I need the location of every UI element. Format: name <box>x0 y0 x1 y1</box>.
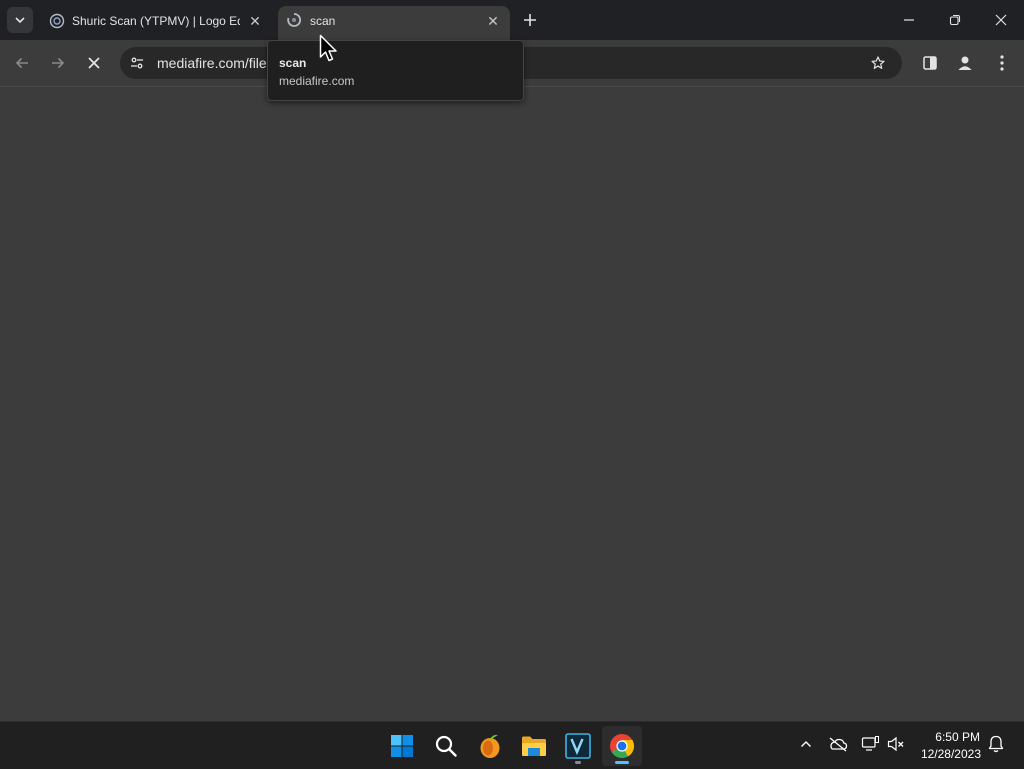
restore-button[interactable] <box>932 6 978 34</box>
arrow-left-icon <box>15 57 28 69</box>
search-icon <box>435 735 457 757</box>
volume-muted-icon <box>887 736 904 752</box>
minimize-button[interactable] <box>886 6 932 34</box>
more-vert-icon <box>1000 55 1004 71</box>
fl-studio-icon <box>480 734 500 758</box>
taskbar-app-fl-studio[interactable] <box>470 726 510 766</box>
close-window-button[interactable] <box>978 6 1024 34</box>
clock-date[interactable]: 12/28/2023 <box>921 747 981 761</box>
start-button[interactable] <box>382 726 422 766</box>
minimize-icon <box>904 19 914 21</box>
side-panel-button[interactable] <box>916 49 944 77</box>
stop-loading-button[interactable] <box>80 49 108 77</box>
taskbar-app-vegas-pro[interactable] <box>558 726 598 766</box>
side-panel-icon <box>923 56 937 70</box>
forward-button[interactable] <box>44 49 72 77</box>
page-content <box>0 87 1024 721</box>
chevron-up-icon <box>801 741 811 747</box>
cloud-off-icon <box>829 737 848 752</box>
site-info-icon <box>131 57 143 69</box>
loading-spinner-icon <box>287 13 302 27</box>
network-tray-icon[interactable] <box>858 732 882 756</box>
tab-shuric-scan[interactable]: Shuric Scan (YTPMV) | Logo Edi ✕ <box>40 6 272 40</box>
folder-icon <box>522 736 546 756</box>
chevron-down-icon <box>15 17 25 24</box>
bell-icon <box>988 735 1004 753</box>
close-icon <box>88 57 100 69</box>
back-button[interactable] <box>8 49 36 77</box>
hover-card-title: scan <box>279 56 307 70</box>
tab-search-button[interactable] <box>7 7 33 33</box>
taskbar-app-google-chrome[interactable] <box>602 726 642 766</box>
tab-close-button[interactable]: ✕ <box>485 13 501 29</box>
tab-close-button[interactable]: ✕ <box>247 13 263 29</box>
plus-icon <box>524 14 536 26</box>
tab-hover-card: scan mediafire.com <box>267 40 524 101</box>
clock-time[interactable]: 6:50 PM <box>935 730 980 744</box>
mouse-cursor-icon <box>319 34 337 62</box>
app-open-indicator <box>575 761 581 764</box>
tab-title: scan <box>310 14 336 28</box>
app-active-indicator <box>615 761 629 764</box>
hover-card-domain: mediafire.com <box>279 74 355 88</box>
tab-scan[interactable]: scan ✕ <box>278 6 510 40</box>
arrow-right-icon <box>52 57 65 69</box>
taskbar-search-button[interactable] <box>426 726 466 766</box>
profile-icon <box>958 56 972 70</box>
close-icon <box>995 14 1007 26</box>
url-text: mediafire.com/file <box>157 55 267 71</box>
show-hidden-icons-button[interactable] <box>794 732 818 756</box>
vegas-pro-icon <box>565 733 591 759</box>
tab-title: Shuric Scan (YTPMV) | Logo Edi <box>72 14 240 28</box>
chrome-icon <box>610 734 635 759</box>
onedrive-tray-icon[interactable] <box>826 732 850 756</box>
volume-tray-icon[interactable] <box>884 732 908 756</box>
restore-icon <box>949 14 961 26</box>
windows-logo-icon <box>391 735 413 757</box>
menu-button[interactable] <box>988 49 1016 77</box>
tab-strip: Shuric Scan (YTPMV) | Logo Edi ✕ scan ✕ <box>0 0 1024 40</box>
taskbar-app-file-explorer[interactable] <box>514 726 554 766</box>
star-icon[interactable] <box>870 55 886 71</box>
network-icon <box>861 736 879 751</box>
taskbar: 6:50 PM 12/28/2023 <box>0 721 1024 769</box>
new-tab-button[interactable] <box>518 8 542 32</box>
profile-button[interactable] <box>951 49 979 77</box>
tab-favicon-icon <box>49 13 65 29</box>
notifications-button[interactable] <box>985 733 1007 755</box>
